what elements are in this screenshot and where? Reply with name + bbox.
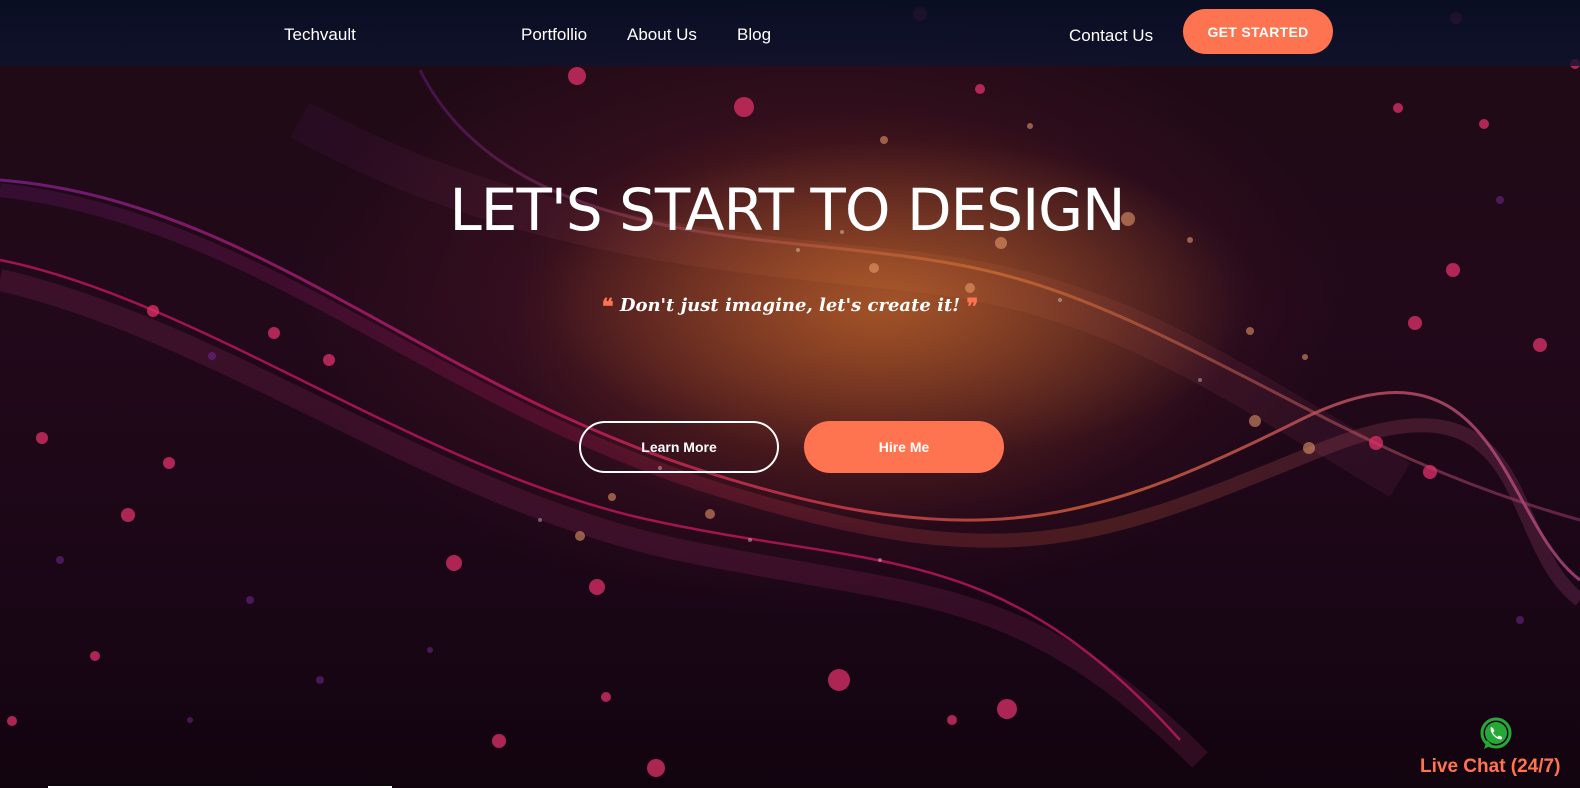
brand-logo-link[interactable]: Techvault [284,25,356,45]
quote-open-icon: ❝ [601,294,614,320]
live-chat-label: Live Chat (24/7) [1420,756,1561,777]
hire-me-button[interactable]: Hire Me [804,421,1004,473]
live-chat-widget[interactable]: Live Chat (24/7) [1418,714,1578,788]
quote-close-icon: ❞ [966,294,979,320]
hero-background [0,7,1580,777]
hero-quote-text: Don't just imagine, let's create it! [619,295,961,316]
get-started-button[interactable]: GET STARTED [1183,9,1333,54]
top-navbar: Techvault Portfollio About Us Blog Conta… [0,0,1580,66]
page: Techvault Portfollio About Us Blog Conta… [0,0,1580,788]
learn-more-button[interactable]: Learn More [579,421,779,473]
nav-link-about-us[interactable]: About Us [627,25,697,45]
hero-quote: ❝ Don't just imagine, let's create it! ❞ [0,294,1580,320]
hero-title: LET'S START TO DESIGN [449,176,1125,244]
nav-link-blog[interactable]: Blog [737,25,771,45]
nav-link-portfolio[interactable]: Portfollio [521,25,587,45]
nav-link-contact-us[interactable]: Contact Us [1069,26,1153,46]
whatsapp-icon [1480,717,1512,749]
